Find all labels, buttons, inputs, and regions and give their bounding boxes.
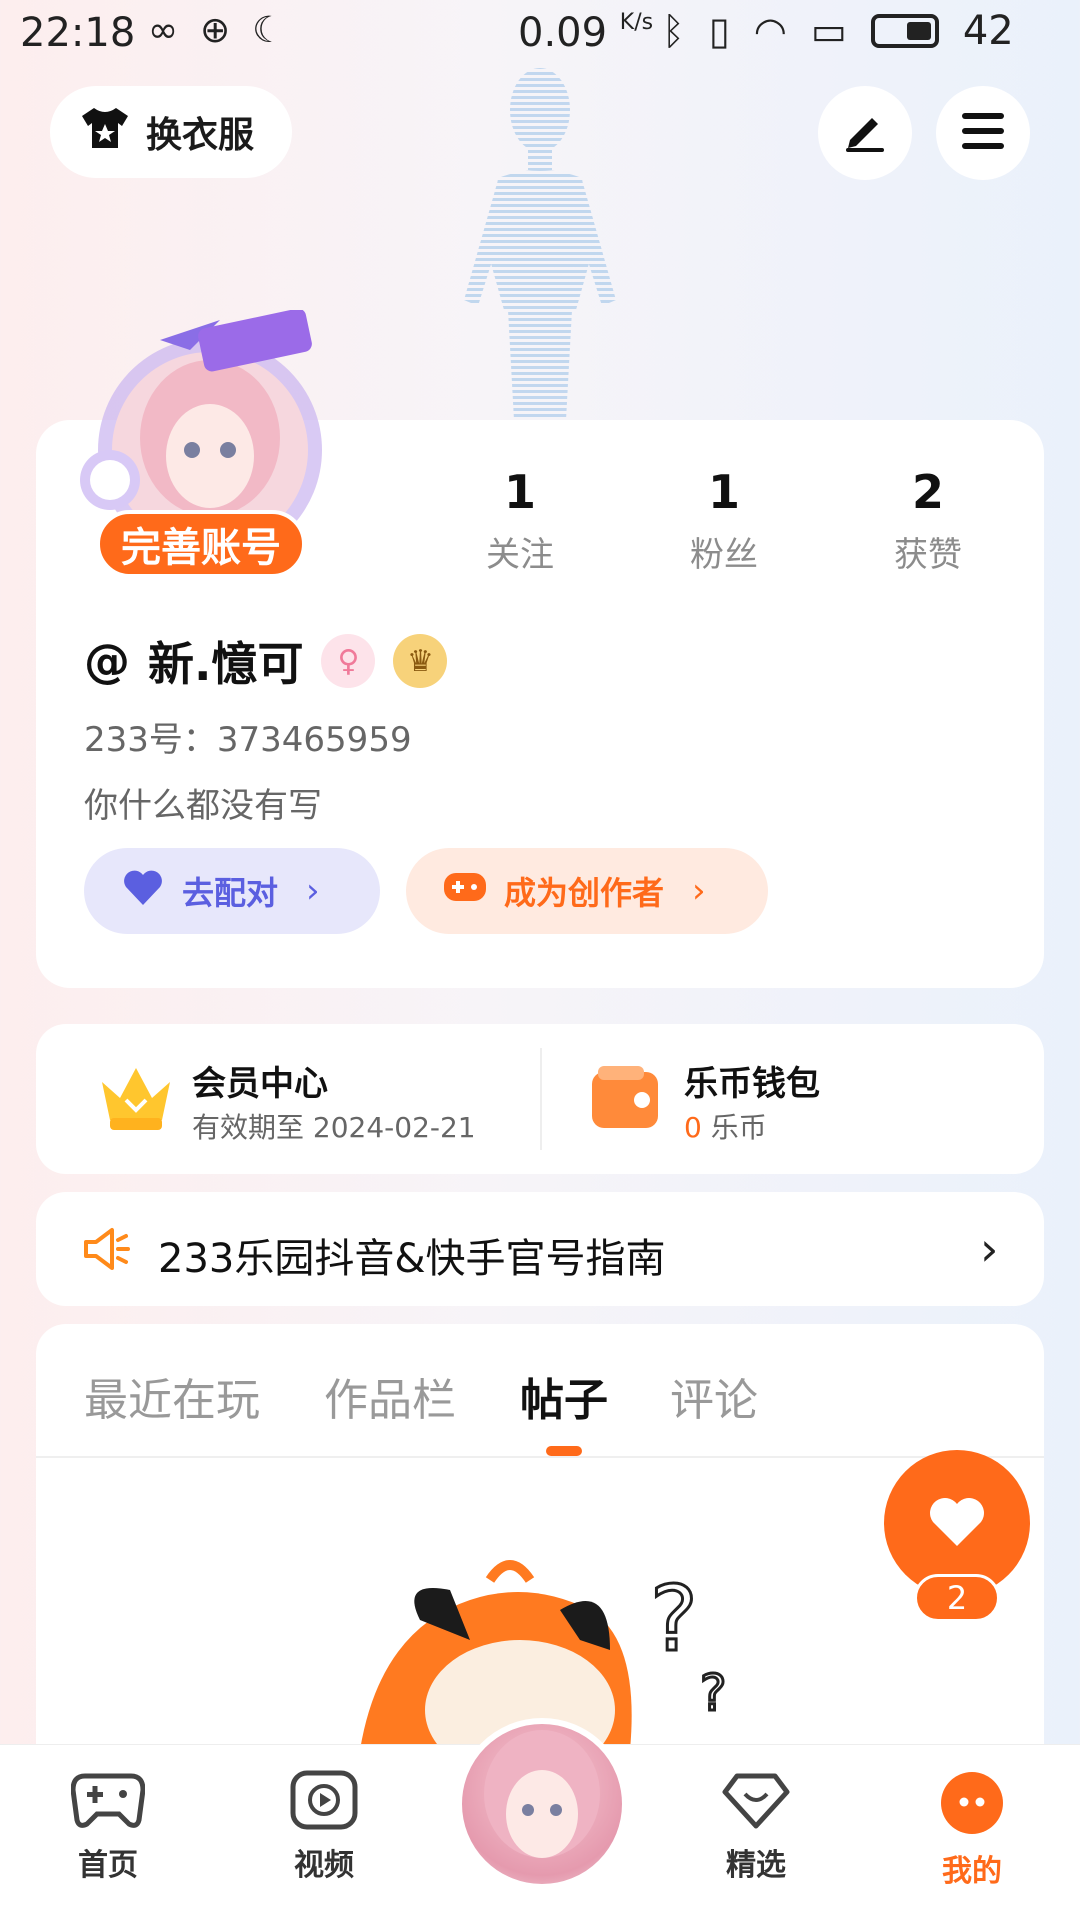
network-speed: 0.09 K/s (518, 10, 653, 56)
stat-following-count: 1 (503, 465, 536, 519)
wallet-balance: 0 乐币 (684, 1106, 767, 1146)
avatar-hologram (440, 60, 640, 420)
username: 新.憶可 (148, 637, 304, 691)
nav-mine[interactable]: 我的 (902, 1770, 1042, 1890)
bluetooth-icon: ᛒ (662, 9, 685, 53)
menu-button[interactable] (936, 86, 1030, 180)
nav-video[interactable]: 视频 (254, 1770, 394, 1884)
gamepad-icon (70, 1773, 146, 1834)
sim-icon: ▭ (810, 9, 847, 53)
chevron-right-icon: › (980, 1222, 999, 1276)
infinity-icon: ∞ (148, 10, 178, 51)
tshirt-icon (78, 104, 132, 161)
complete-account-button[interactable]: 完善账号 (96, 510, 306, 578)
nav-featured-label: 精选 (726, 1848, 786, 1883)
status-icons-left: ∞ ⊕ ☾ (148, 10, 284, 51)
user-id: 233号：373465959 (84, 720, 412, 760)
nav-mine-label: 我的 (942, 1854, 1002, 1889)
heart-icon (927, 1494, 987, 1552)
floating-like-count: 2 (914, 1574, 1000, 1622)
wallet-amount: 0 (684, 1111, 702, 1144)
center-avatar-button[interactable] (456, 1718, 628, 1890)
nav-home[interactable]: 首页 (38, 1770, 178, 1884)
status-time: 22:18 (20, 10, 136, 56)
stat-following-label: 关注 (486, 535, 554, 575)
svg-text:?: ? (700, 1664, 727, 1722)
nav-home-label: 首页 (78, 1848, 138, 1883)
member-expiry: 有效期至 2024-02-21 (192, 1111, 476, 1144)
pair-button[interactable]: 去配对 › (84, 848, 380, 934)
battery-icon (870, 14, 939, 48)
vibrate-icon: ▯ (708, 9, 730, 53)
tab-comments[interactable]: 评论 (670, 1364, 758, 1428)
at-symbol: @ (84, 634, 130, 688)
crown-badge-icon[interactable]: ♛ (393, 634, 448, 688)
username-row: @ 新.憶可 ♀ ♛ (84, 628, 448, 694)
stat-likes-label: 获赞 (894, 535, 962, 575)
nav-featured[interactable]: 精选 (686, 1770, 826, 1884)
network-speed-value: 0.09 (518, 10, 608, 56)
change-outfit-button[interactable]: 换衣服 (50, 86, 292, 178)
stat-followers-count: 1 (707, 465, 740, 519)
gamepad-icon (442, 869, 488, 913)
become-creator-label: 成为创作者 (504, 874, 665, 912)
chevron-right-icon: › (692, 871, 706, 911)
wallet-unit: 乐币 (710, 1111, 767, 1144)
edit-button[interactable] (818, 86, 912, 180)
tab-posts[interactable]: 帖子 (520, 1364, 608, 1428)
status-icons-right: ᛒ ▯ ◠ ▭ 42 (662, 8, 1014, 54)
profile-face-icon (939, 1772, 1005, 1840)
member-center-title: 会员中心 (192, 1064, 328, 1104)
wifi-icon: ◠ (753, 9, 787, 53)
user-bio: 你什么都没有写 (84, 786, 322, 826)
video-play-icon (290, 1770, 358, 1834)
wallet-title: 乐币钱包 (684, 1064, 820, 1104)
heart-pair-icon (120, 867, 166, 915)
tab-works[interactable]: 作品栏 (324, 1364, 456, 1428)
change-outfit-label: 换衣服 (146, 115, 255, 156)
network-speed-unit: K/s (619, 10, 654, 35)
hamburger-menu-icon (960, 111, 1006, 155)
pair-label: 去配对 (182, 874, 279, 912)
become-creator-button[interactable]: 成为创作者 › (406, 848, 768, 934)
female-gender-icon: ♀ (321, 634, 376, 688)
tab-divider (36, 1456, 1044, 1458)
heart-gem-icon (721, 1773, 791, 1834)
stat-following[interactable]: 1 关注 (440, 465, 600, 576)
moon-icon: ☾ (252, 10, 285, 51)
stat-likes[interactable]: 2 获赞 (848, 465, 1008, 576)
battery-level: 42 (962, 8, 1014, 54)
pencil-icon (842, 108, 888, 158)
megaphone-icon (82, 1226, 132, 1276)
notice-text: 233乐园抖音&快手官号指南 (158, 1236, 666, 1282)
svg-text:?: ? (650, 1567, 698, 1672)
stat-followers-label: 粉丝 (690, 535, 758, 575)
stat-likes-count: 2 (911, 465, 944, 519)
chevron-right-icon: › (306, 871, 320, 911)
stat-followers[interactable]: 1 粉丝 (644, 465, 804, 576)
nav-video-label: 视频 (294, 1848, 354, 1883)
download-icon: ⊕ (200, 10, 231, 51)
tab-active-indicator (546, 1446, 582, 1456)
tab-recently-played[interactable]: 最近在玩 (84, 1364, 260, 1428)
divider (540, 1048, 542, 1150)
